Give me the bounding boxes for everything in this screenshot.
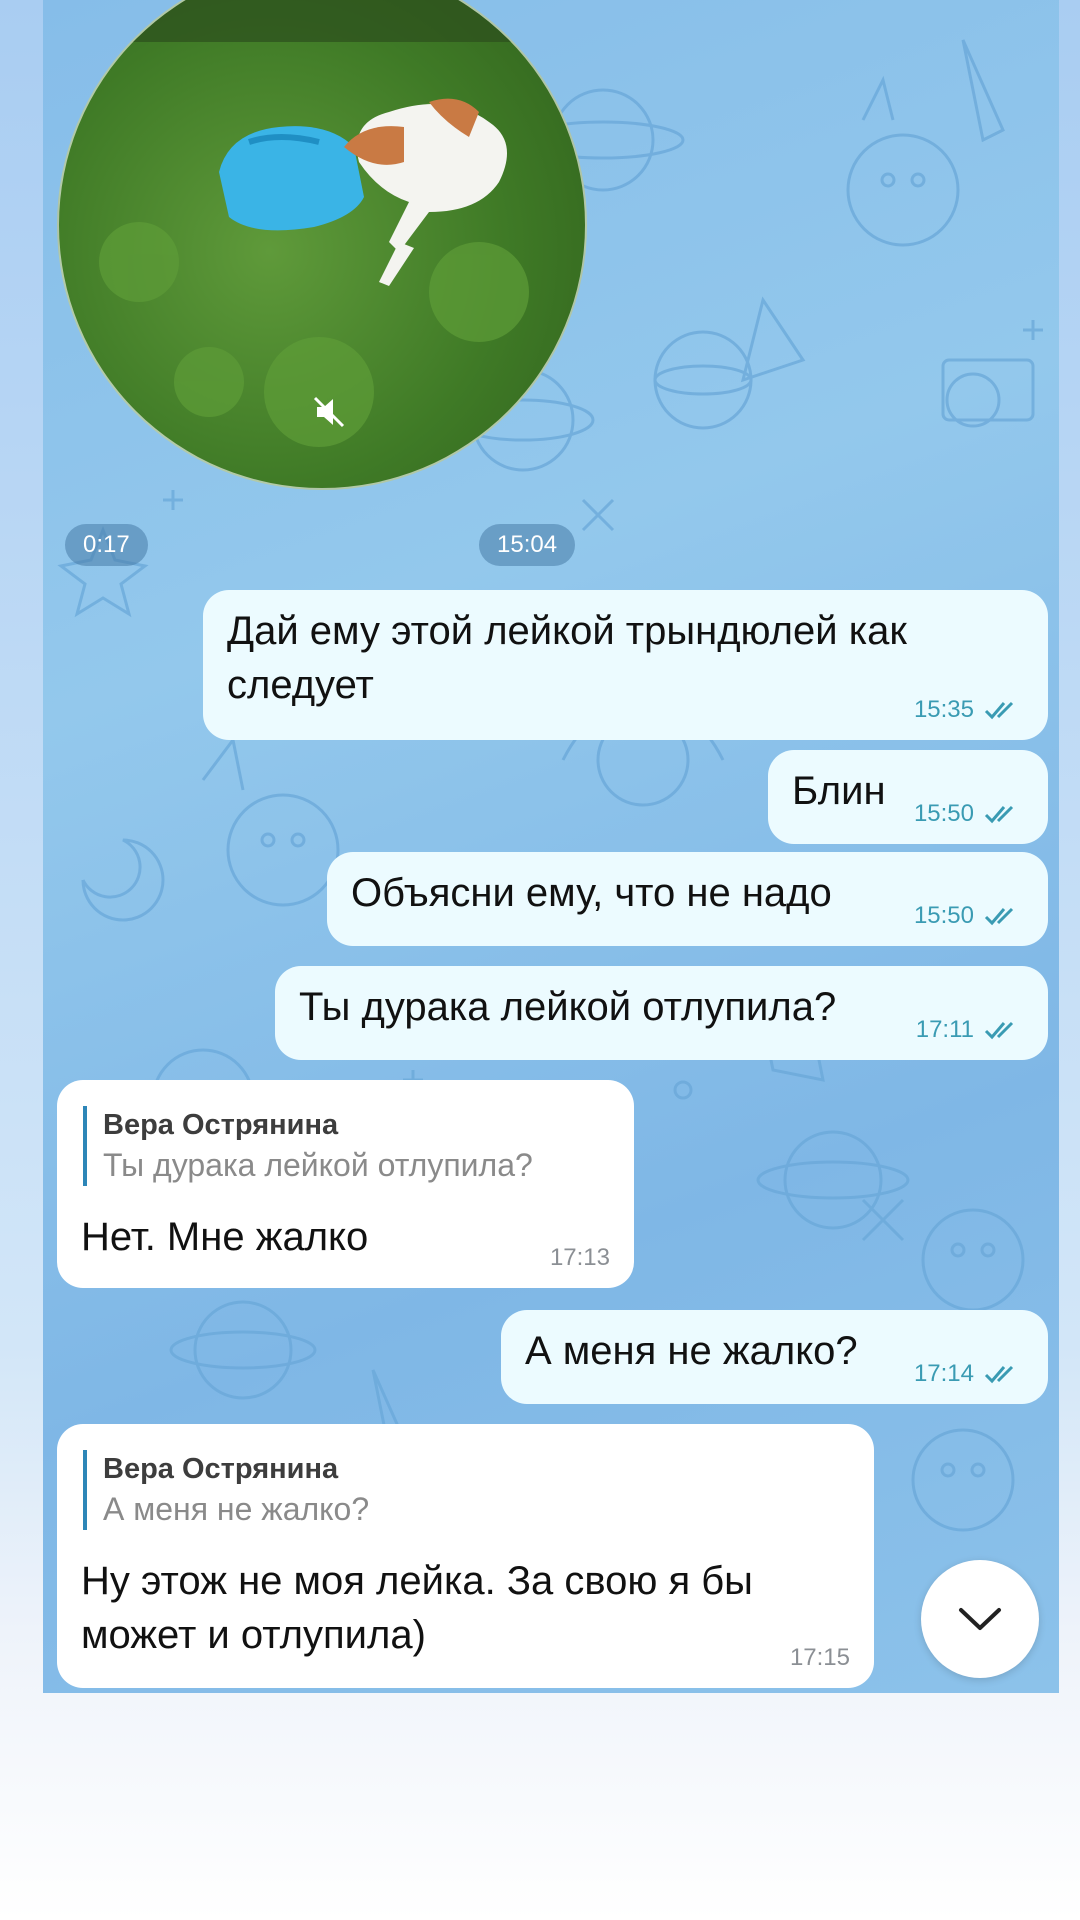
- message-time: 17:11: [916, 1014, 1018, 1046]
- video-time-pill: 15:04: [479, 524, 576, 566]
- reply-author: Вера Острянина: [103, 1453, 339, 1485]
- double-check-icon: [984, 805, 1014, 824]
- time-label: 17:13: [549, 1243, 610, 1271]
- outgoing-message[interactable]: А меня не жалко? 17:14: [501, 1310, 1048, 1404]
- outgoing-message[interactable]: Дай ему этой лейкой трындюлей как следуе…: [203, 590, 1048, 740]
- message-time: 17:14: [914, 1358, 1018, 1390]
- video-duration-pill: 0:17: [65, 524, 148, 566]
- outgoing-message[interactable]: Объясни ему, что не надо 15:50: [327, 852, 1048, 946]
- message-text: Нет. Мне жалко: [81, 1215, 369, 1259]
- message-time: 15:50: [914, 900, 1018, 932]
- incoming-message[interactable]: Вера Острянина Ты дурака лейкой отлупила…: [57, 1080, 634, 1288]
- reply-text: Ты дурака лейкой отлупила?: [103, 1147, 533, 1183]
- double-check-icon: [984, 1365, 1014, 1384]
- double-check-icon: [984, 907, 1014, 926]
- double-check-icon: [984, 701, 1014, 720]
- reply-quote[interactable]: Вера Острянина А меня не жалко?: [83, 1450, 369, 1530]
- reply-text: А меня не жалко?: [103, 1491, 370, 1527]
- time-label: 17:15: [789, 1643, 850, 1671]
- video-time: 15:04: [497, 531, 558, 558]
- message-text: Дай ему этой лейкой трындюлей как следуе…: [227, 609, 907, 707]
- time-label: 15:50: [913, 799, 974, 827]
- video-duration: 0:17: [83, 531, 130, 558]
- time-label: 17:14: [913, 1359, 974, 1387]
- outgoing-message[interactable]: Ты дурака лейкой отлупила? 17:11: [275, 966, 1048, 1060]
- time-label: 15:35: [913, 695, 974, 723]
- outgoing-message[interactable]: Блин 15:50: [768, 750, 1048, 844]
- chevron-down-icon: [959, 1608, 1001, 1630]
- message-time: 17:15: [790, 1642, 850, 1674]
- scroll-to-bottom-button[interactable]: [921, 1560, 1039, 1678]
- message-time: 15:35: [914, 694, 1018, 726]
- time-label: 15:50: [913, 901, 974, 929]
- time-label: 17:11: [915, 1015, 974, 1043]
- reply-quote[interactable]: Вера Острянина Ты дурака лейкой отлупила…: [83, 1106, 533, 1186]
- double-check-icon: [984, 1021, 1014, 1040]
- message-time: 15:50: [914, 798, 1018, 830]
- message-time: 17:13: [550, 1242, 610, 1274]
- mute-icon[interactable]: [309, 392, 349, 432]
- incoming-message[interactable]: Вера Острянина А меня не жалко? Ну этож …: [57, 1424, 874, 1688]
- message-text: Ну этож не моя лейка. За свою я бы может…: [81, 1559, 753, 1657]
- chat-area[interactable]: 0:17 15:04 Дай ему этой лейкой трындюлей…: [43, 0, 1059, 1693]
- reply-author: Вера Острянина: [103, 1109, 339, 1141]
